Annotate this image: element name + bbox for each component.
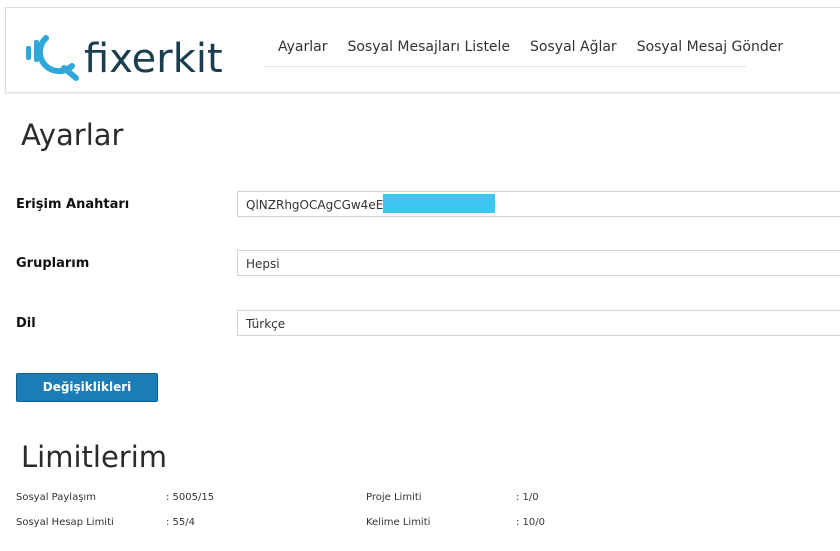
nav-item-sosyal-aglar[interactable]: Sosyal Ağlar (530, 39, 617, 55)
language-label: Dil (16, 316, 36, 331)
limit-value: : 1/0 (516, 492, 539, 503)
groups-label: Gruplarım (16, 256, 90, 271)
limit-label: Sosyal Paylaşım (16, 492, 96, 503)
nav-item-sosyal-mesaj-gonder[interactable]: Sosyal Mesaj Gönder (637, 39, 783, 55)
access-key-value: QlNZRhgOCAgCGw4eE (246, 198, 384, 212)
brand-name: fixerkit (84, 36, 223, 82)
main-nav: Ayarlar Sosyal Mesajları Listele Sosyal … (264, 28, 783, 67)
access-key-input[interactable]: QlNZRhgOCAgCGw4eE (237, 191, 840, 217)
save-changes-button[interactable]: Değişiklikleri Kaydet (16, 373, 158, 421)
top-header: fixerkit Ayarlar Sosyal Mesajları Listel… (5, 7, 840, 93)
redaction-block (383, 194, 496, 213)
groups-select[interactable]: Hepsi (237, 250, 840, 276)
fixerkit-logo[interactable]: fixerkit (26, 32, 246, 84)
limit-value: : 55/4 (166, 517, 196, 528)
page-title: Ayarlar (21, 118, 124, 152)
limit-label: Proje Limiti (366, 492, 422, 503)
language-select[interactable]: Türkçe (237, 310, 840, 336)
limits-title: Limitlerim (21, 440, 168, 474)
limit-value: : 5005/15 (166, 492, 215, 503)
limit-label: Kelime Limiti (366, 517, 431, 528)
nav-item-sosyal-mesajlari-listele[interactable]: Sosyal Mesajları Listele (347, 39, 510, 55)
access-key-label: Erişim Anahtarı (16, 197, 130, 212)
nav-item-ayarlar[interactable]: Ayarlar (278, 39, 327, 55)
limit-label: Sosyal Hesap Limiti (16, 517, 114, 528)
limit-value: : 10/0 (516, 517, 546, 528)
